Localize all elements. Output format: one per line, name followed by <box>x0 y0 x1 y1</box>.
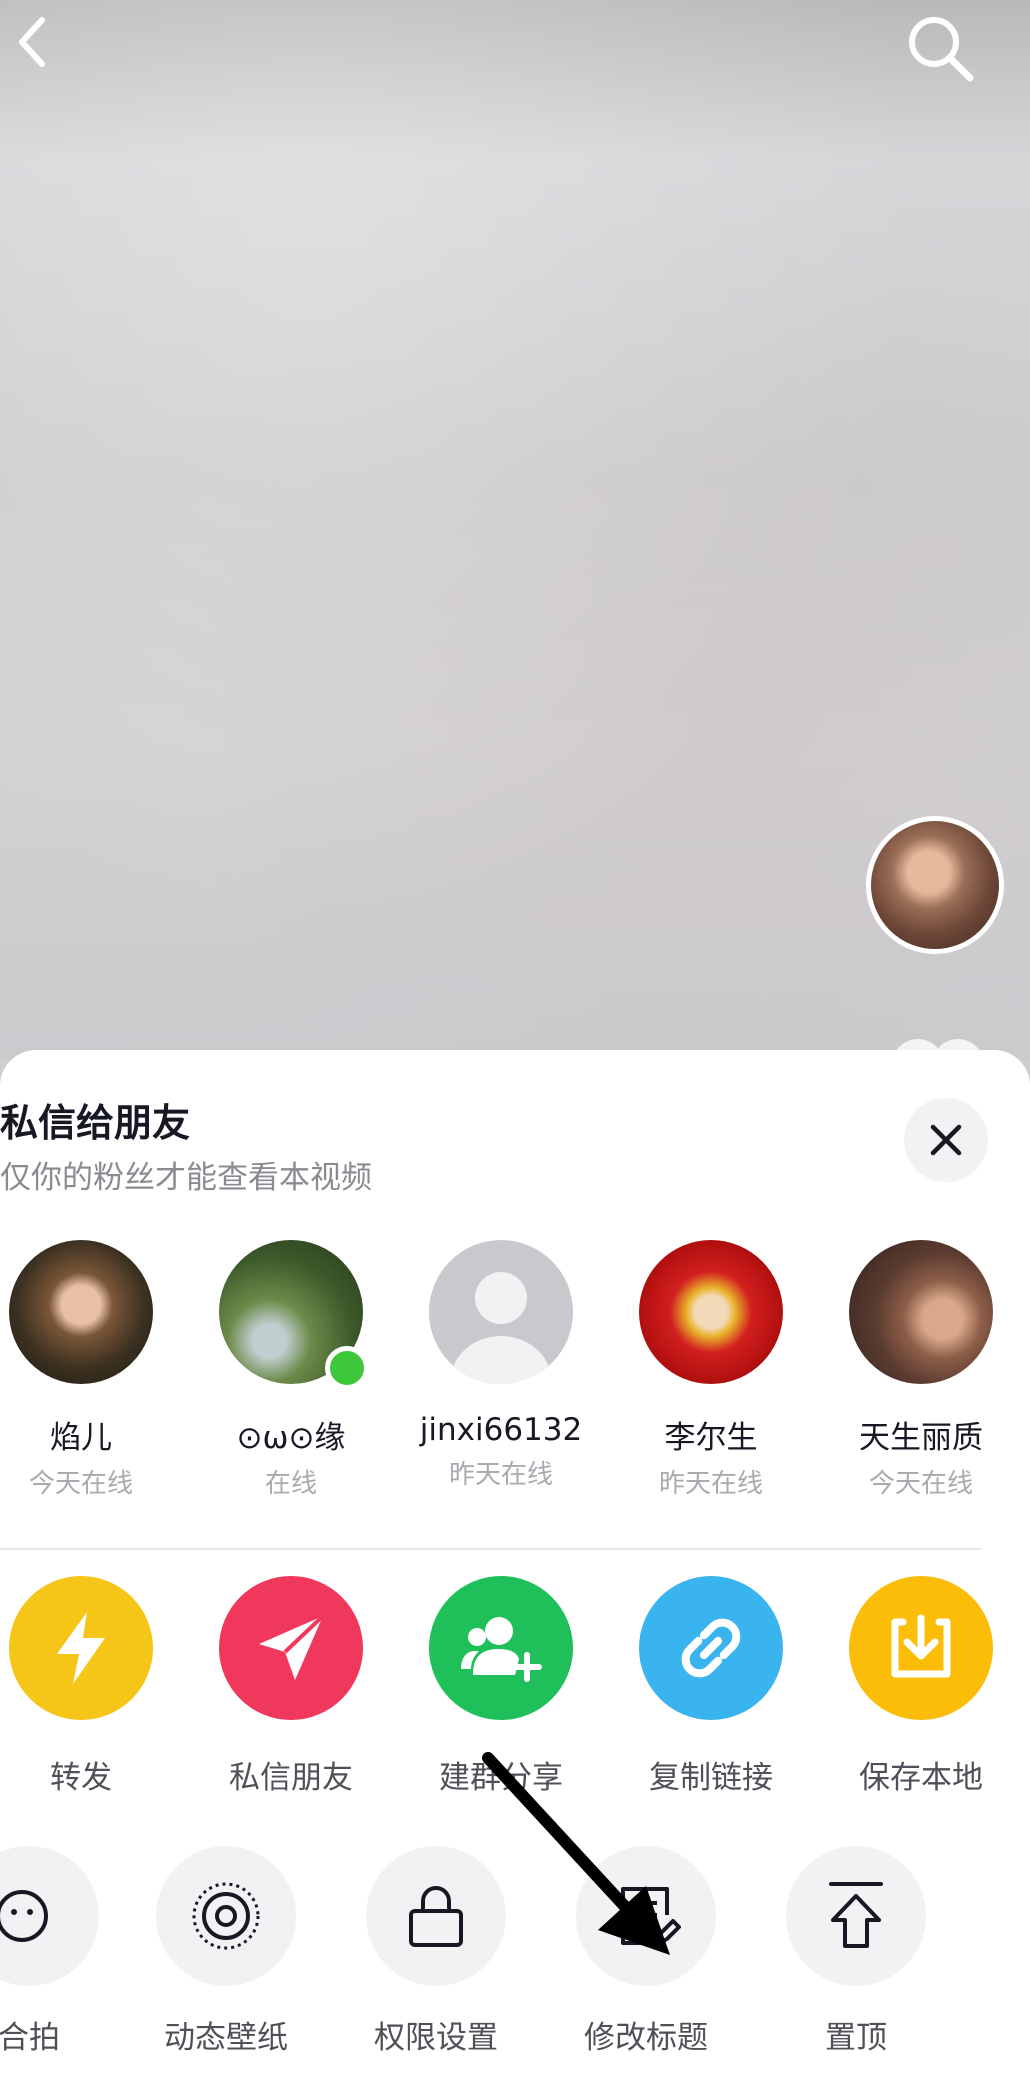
tool-label: 合拍 <box>0 2020 60 2056</box>
share-label: 保存本地 <box>859 1760 983 1796</box>
tool-label: 动态壁纸 <box>164 2020 288 2056</box>
tool-label: 权限设置 <box>374 2020 498 2056</box>
close-icon <box>930 1124 962 1156</box>
save-local-circle <box>849 1576 993 1720</box>
tool-wallpaper-button[interactable]: 动态壁纸 <box>131 1846 321 2057</box>
friend-status: 今天在线 <box>868 1469 973 1499</box>
back-button[interactable] <box>6 12 66 72</box>
share-forward-button[interactable]: 转发 <box>0 1576 176 1797</box>
share-label: 建群分享 <box>439 1760 563 1796</box>
friend-item[interactable]: ⊙ω⊙缘 在线 <box>196 1240 386 1500</box>
lightning-icon <box>57 1612 105 1684</box>
link-icon <box>681 1618 741 1678</box>
online-indicator <box>325 1346 369 1390</box>
lock-icon <box>409 1886 463 1947</box>
private-message-circle <box>219 1576 363 1720</box>
sheet-subtitle: 仅你的粉丝才能查看本视频 <box>0 1160 372 1196</box>
add-group-icon <box>461 1617 542 1682</box>
search-button[interactable] <box>900 8 980 88</box>
sheet-title: 私信给朋友 <box>0 1101 191 1145</box>
download-icon <box>891 1614 951 1678</box>
tool-circle <box>156 1846 296 1986</box>
tool-edit-title-button[interactable]: 修改标题 <box>551 1846 741 2057</box>
friend-name: 天生丽质 <box>859 1420 983 1456</box>
friend-name: jinxi66132 <box>419 1412 583 1448</box>
tool-permission-button[interactable]: 权限设置 <box>341 1846 531 2057</box>
share-label: 转发 <box>50 1760 112 1796</box>
share-label: 复制链接 <box>649 1760 773 1796</box>
tool-circle <box>0 1846 99 1986</box>
paper-plane-icon <box>259 1614 325 1680</box>
friend-status: 在线 <box>264 1469 317 1499</box>
default-avatar-icon <box>451 1272 551 1384</box>
avatar <box>219 1240 369 1390</box>
share-label: 私信朋友 <box>229 1760 353 1796</box>
chevron-left-icon <box>19 17 45 67</box>
friend-item[interactable]: 李尔生 昨天在线 <box>616 1240 806 1500</box>
copy-link-circle <box>639 1576 783 1720</box>
tool-label: 修改标题 <box>584 2020 708 2056</box>
avatar <box>849 1240 993 1384</box>
edit-title-icon <box>621 1887 681 1945</box>
tool-circle <box>366 1846 506 1986</box>
tool-pin-top-button[interactable]: 置顶 <box>761 1846 951 2057</box>
duet-icon <box>0 1890 48 1942</box>
friend-status: 今天在线 <box>28 1469 133 1499</box>
friend-item[interactable]: 焰儿 今天在线 <box>0 1240 176 1500</box>
share-private-message-button[interactable]: 私信朋友 <box>196 1576 386 1797</box>
search-icon <box>909 17 974 82</box>
avatar <box>9 1240 153 1384</box>
friend-status: 昨天在线 <box>658 1469 763 1499</box>
share-copy-link-button[interactable]: 复制链接 <box>616 1576 806 1797</box>
avatar <box>429 1240 573 1384</box>
friend-status: 昨天在线 <box>448 1460 553 1490</box>
friend-name: 李尔生 <box>664 1420 758 1456</box>
author-avatar[interactable] <box>866 816 1004 954</box>
friend-name: ⊙ω⊙缘 <box>236 1420 346 1456</box>
avatar <box>639 1240 783 1384</box>
friend-name: 焰儿 <box>50 1420 112 1456</box>
divider <box>0 1548 982 1550</box>
forward-circle <box>9 1576 153 1720</box>
share-create-group-button[interactable]: 建群分享 <box>406 1576 596 1797</box>
friend-item[interactable]: jinxi66132 昨天在线 <box>406 1240 596 1491</box>
pin-top-icon <box>829 1882 883 1948</box>
close-button[interactable] <box>904 1098 988 1182</box>
share-save-local-button[interactable]: 保存本地 <box>826 1576 1016 1797</box>
tool-duet-button[interactable]: 合拍 <box>0 1846 124 2057</box>
tool-circle <box>576 1846 716 1986</box>
friend-item[interactable]: 天生丽质 今天在线 <box>826 1240 1016 1500</box>
tool-circle <box>786 1846 926 1986</box>
tool-label: 置顶 <box>825 2020 887 2056</box>
create-group-circle <box>429 1576 573 1720</box>
wallpaper-icon <box>192 1882 260 1950</box>
